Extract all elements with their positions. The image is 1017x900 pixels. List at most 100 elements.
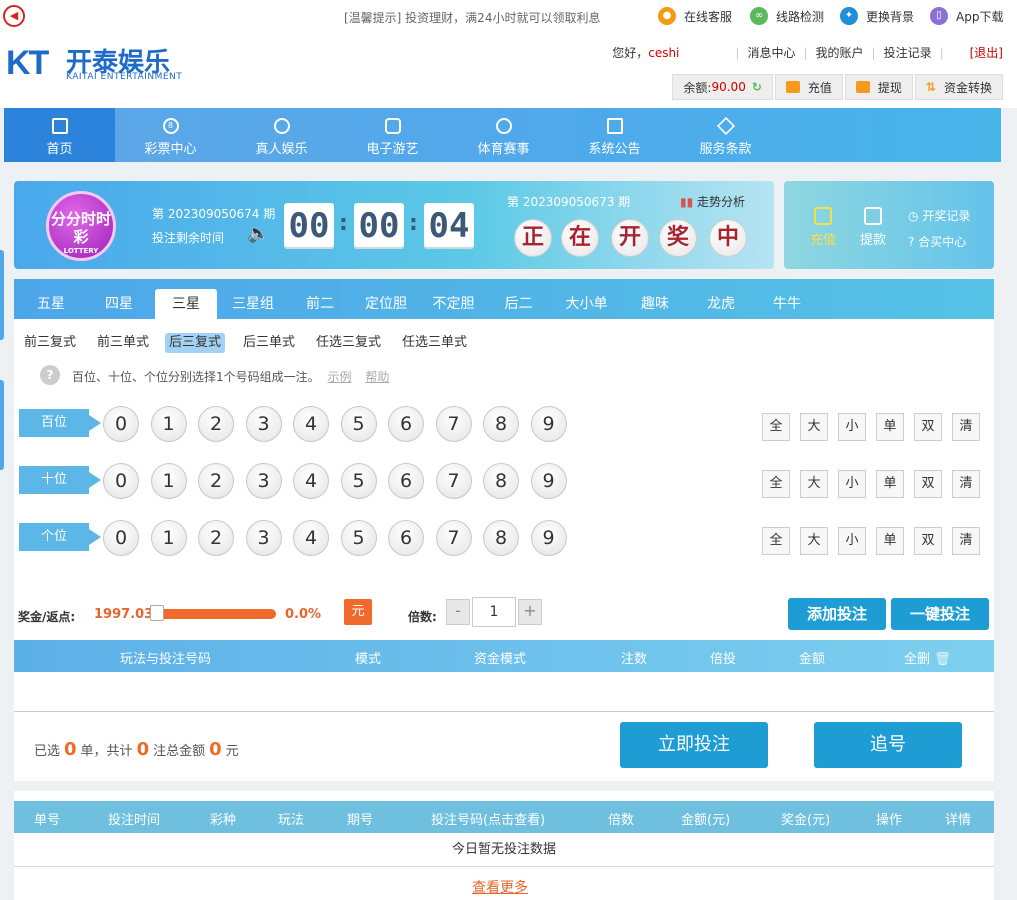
play-tab[interactable]: 三星 <box>155 289 217 319</box>
play-tab[interactable]: 大小单 <box>551 289 622 319</box>
number-ball[interactable]: 3 <box>245 406 282 442</box>
multiplier-minus-button[interactable]: - <box>446 599 470 625</box>
edge-tab[interactable] <box>0 380 4 470</box>
quick-select-button[interactable]: 大 <box>800 413 828 441</box>
multiplier-input[interactable]: 1 <box>472 597 516 627</box>
refresh-icon[interactable]: ↻ <box>752 80 762 94</box>
quick-select-button[interactable]: 小 <box>838 470 866 498</box>
play-tab[interactable]: 四星 <box>88 289 150 319</box>
play-subtab[interactable]: 前三单式 <box>93 333 153 353</box>
play-tab[interactable]: 不定胆 <box>421 289 486 319</box>
quick-select-button[interactable]: 单 <box>876 413 904 441</box>
number-ball[interactable]: 4 <box>293 463 329 499</box>
nav-terms[interactable]: 服务条款 <box>670 108 781 162</box>
draw-record-link[interactable]: ◷ 开奖记录 <box>908 207 970 224</box>
play-tab[interactable]: 三星组 <box>217 289 289 319</box>
number-ball[interactable]: 0 <box>103 406 139 442</box>
multiplier-plus-button[interactable]: + <box>518 599 542 625</box>
number-ball[interactable]: 0 <box>103 463 139 499</box>
number-ball[interactable]: 2 <box>198 406 234 442</box>
play-subtab[interactable]: 任选三复式 <box>312 333 385 353</box>
quick-select-button[interactable]: 单 <box>876 527 904 555</box>
quick-select-button[interactable]: 大 <box>800 527 828 555</box>
number-ball[interactable]: 9 <box>530 520 567 556</box>
speaker-icon[interactable]: ◀ <box>3 5 25 27</box>
number-ball[interactable]: 7 <box>435 520 472 556</box>
play-tab[interactable]: 五星 <box>16 289 86 319</box>
number-ball[interactable]: 4 <box>293 406 329 442</box>
number-ball[interactable]: 3 <box>245 520 282 556</box>
quick-select-button[interactable]: 清 <box>952 413 980 441</box>
play-tab[interactable]: 定位胆 <box>351 289 421 319</box>
number-ball[interactable]: 2 <box>198 463 234 499</box>
number-ball[interactable]: 2 <box>198 520 234 556</box>
number-ball[interactable]: 1 <box>150 463 187 499</box>
bet-record-link[interactable]: 投注记录 <box>884 44 932 61</box>
quick-select-button[interactable]: 双 <box>914 413 942 441</box>
number-ball[interactable]: 5 <box>340 463 377 499</box>
number-ball[interactable]: 8 <box>483 520 519 556</box>
number-ball[interactable]: 7 <box>435 406 472 442</box>
quick-select-button[interactable]: 双 <box>914 527 942 555</box>
rebate-slider[interactable] <box>152 609 276 619</box>
play-tab[interactable]: 趣味 <box>622 289 688 319</box>
number-ball[interactable]: 0 <box>103 520 139 556</box>
play-subtab[interactable]: 任选三单式 <box>398 333 471 353</box>
number-ball[interactable]: 6 <box>388 406 424 442</box>
quick-select-button[interactable]: 清 <box>952 470 980 498</box>
side-recharge-button[interactable]: 充值 <box>810 207 836 248</box>
quick-bet-button[interactable]: 一键投注 <box>891 598 989 630</box>
group-buy-link[interactable]: ? 合买中心 <box>908 233 966 250</box>
nav-live-casino[interactable]: 真人娱乐 <box>226 108 337 162</box>
transfer-button[interactable]: ⇅ 资金转换 <box>914 74 1003 100</box>
quick-select-button[interactable]: 单 <box>876 470 904 498</box>
unit-button[interactable]: 元 <box>344 599 372 625</box>
quick-select-button[interactable]: 全 <box>762 527 790 555</box>
delete-all-button[interactable]: 全删 🗑 <box>904 648 951 667</box>
nav-sports[interactable]: 体育赛事 <box>448 108 559 162</box>
play-subtab[interactable]: 前三复式 <box>20 333 80 353</box>
change-bg-link[interactable]: ✦ 更换背景 <box>840 7 914 25</box>
number-ball[interactable]: 1 <box>150 520 187 556</box>
edge-tab[interactable] <box>0 250 4 340</box>
nav-lottery[interactable]: 8 彩票中心 <box>115 108 226 162</box>
side-withdraw-button[interactable]: 提款 <box>860 207 886 248</box>
quick-select-button[interactable]: 大 <box>800 470 828 498</box>
number-ball[interactable]: 9 <box>530 406 567 442</box>
logo-mark[interactable]: KT <box>6 44 49 83</box>
message-center-link[interactable]: 消息中心 <box>747 44 795 61</box>
nav-slots[interactable]: 电子游艺 <box>337 108 448 162</box>
line-check-link[interactable]: ∞ 线路检测 <box>750 7 824 25</box>
quick-select-button[interactable]: 全 <box>762 470 790 498</box>
online-service-link[interactable]: ● 在线客服 <box>658 7 732 25</box>
logout-link[interactable]: [退出] <box>970 44 1003 61</box>
number-ball[interactable]: 4 <box>293 520 329 556</box>
number-ball[interactable]: 6 <box>388 520 424 556</box>
chase-number-button[interactable]: 追号 <box>814 722 962 768</box>
example-link[interactable]: 示例 <box>327 370 351 384</box>
number-ball[interactable]: 7 <box>435 463 472 499</box>
app-download-link[interactable]: ▯ App下载 <box>930 7 1003 25</box>
quick-select-button[interactable]: 小 <box>838 413 866 441</box>
rebate-slider-handle[interactable] <box>150 605 164 621</box>
nav-announcements[interactable]: 系统公告 <box>559 108 670 162</box>
submit-bet-button[interactable]: 立即投注 <box>620 722 768 768</box>
play-subtab[interactable]: 后三单式 <box>239 333 299 353</box>
play-tab[interactable]: 后二 <box>486 289 551 319</box>
help-link[interactable]: 帮助 <box>365 370 389 384</box>
number-ball[interactable]: 9 <box>530 463 567 499</box>
my-account-link[interactable]: 我的账户 <box>816 44 864 61</box>
add-bet-button[interactable]: 添加投注 <box>788 598 886 630</box>
view-more-link[interactable]: 查看更多 <box>472 877 528 897</box>
play-subtab[interactable]: 后三复式 <box>165 333 226 353</box>
number-ball[interactable]: 8 <box>483 463 519 499</box>
recharge-button[interactable]: 充值 <box>774 74 843 100</box>
withdraw-button[interactable]: 提现 <box>844 74 913 100</box>
number-ball[interactable]: 8 <box>483 406 519 442</box>
number-ball[interactable]: 5 <box>340 406 377 442</box>
quick-select-button[interactable]: 双 <box>914 470 942 498</box>
number-ball[interactable]: 6 <box>388 463 424 499</box>
trend-analysis-link[interactable]: ▮▮ 走势分析 <box>680 193 745 210</box>
nav-home[interactable]: 首页 <box>4 108 115 162</box>
quick-select-button[interactable]: 小 <box>838 527 866 555</box>
